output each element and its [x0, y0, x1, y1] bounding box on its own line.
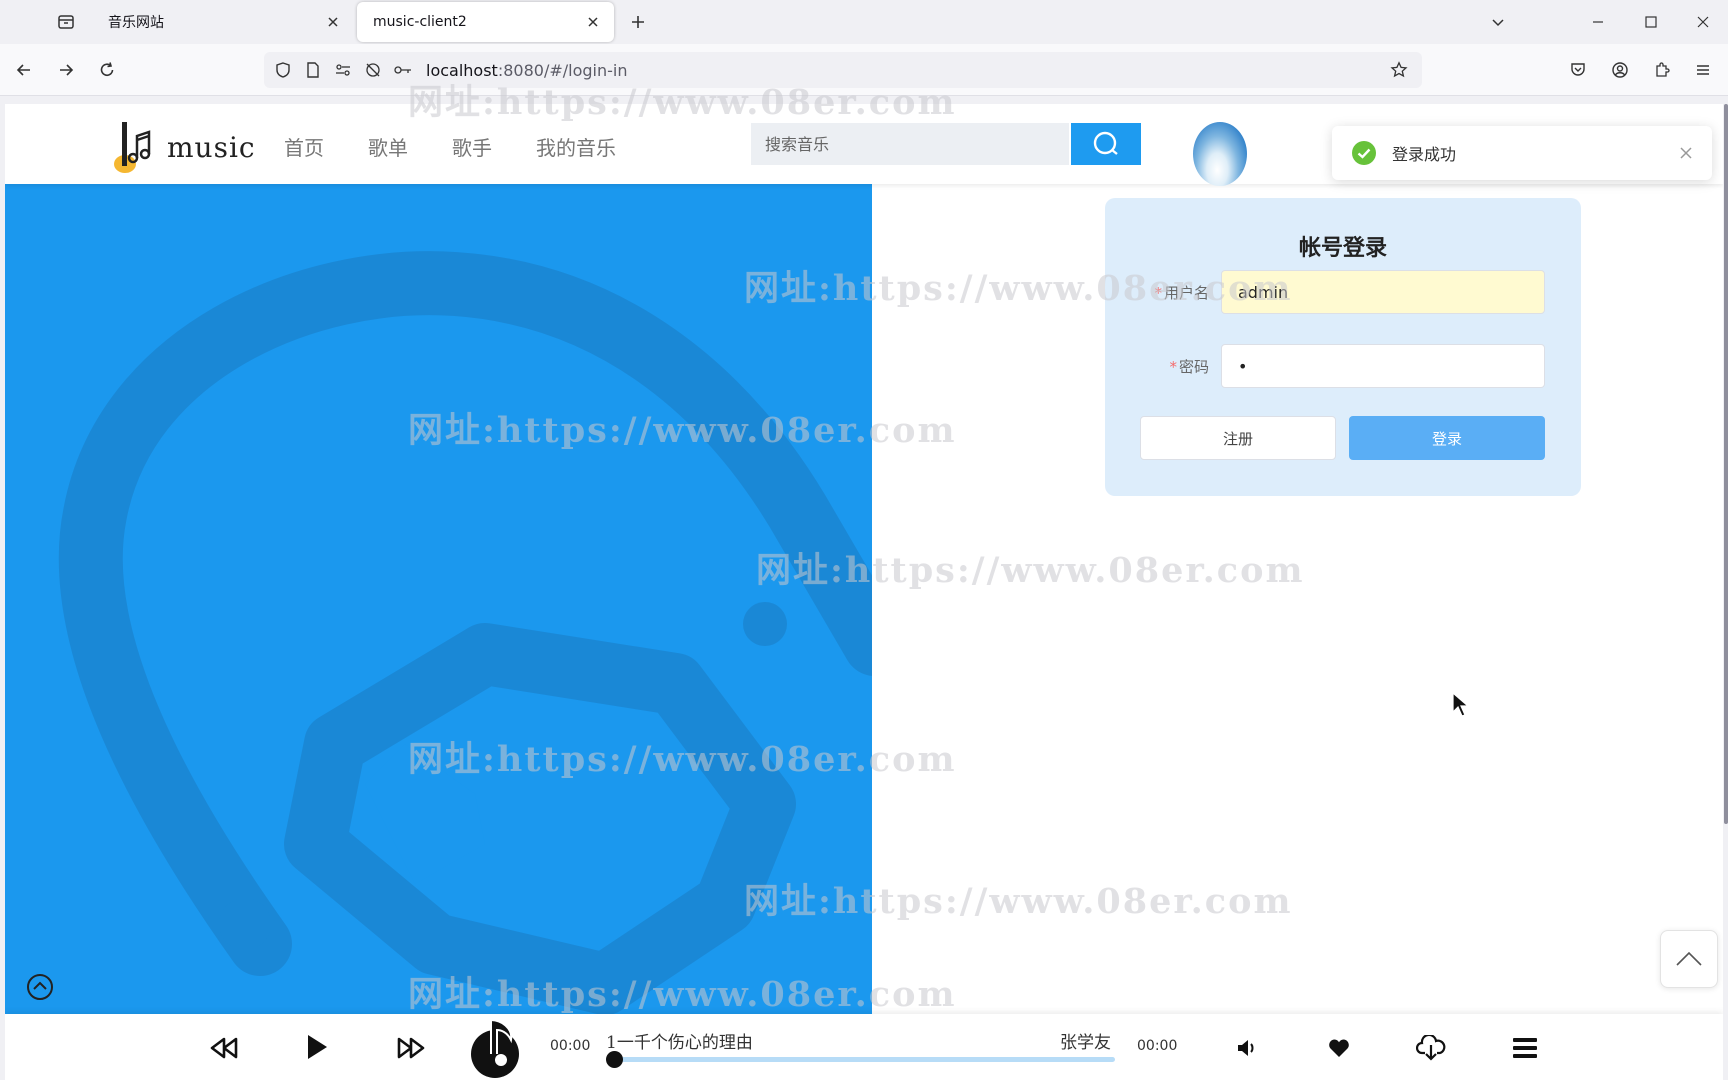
key-icon[interactable] [392, 59, 414, 81]
username-label-text: 用户名 [1163, 284, 1209, 302]
tracking-protection-icon[interactable] [362, 59, 384, 81]
play-icon[interactable] [301, 1030, 333, 1064]
browser-nav-bar: localhost:8080/#/login-in [0, 44, 1728, 96]
song-title: 1一千个伤心的理由 [606, 1033, 753, 1053]
password-value: • [1238, 356, 1248, 376]
url-path: :8080/#/login-in [497, 60, 628, 80]
password-label: * 密码 [1139, 356, 1209, 377]
site-logo[interactable]: music [113, 118, 256, 176]
playlist-menu-icon[interactable] [1511, 1034, 1539, 1062]
nav-item-playlists[interactable]: 歌单 [368, 132, 408, 161]
toast-message: 登录成功 [1392, 145, 1457, 164]
maximize-icon[interactable] [1637, 8, 1665, 36]
heart-icon[interactable] [1325, 1034, 1353, 1062]
avatar[interactable] [1193, 122, 1247, 186]
chevron-up-circle-icon[interactable] [25, 972, 55, 1002]
music-note-illustration-icon [58, 251, 872, 1014]
account-icon[interactable] [1606, 56, 1634, 84]
permissions-icon[interactable] [332, 59, 354, 81]
minimize-icon[interactable] [1584, 8, 1612, 36]
song-artist: 张学友 [1060, 1033, 1111, 1053]
chevron-up-icon [1676, 951, 1702, 966]
next-track-icon[interactable] [395, 1032, 427, 1064]
username-field[interactable]: admin [1221, 270, 1545, 314]
volume-icon[interactable] [1233, 1034, 1261, 1062]
progress-thumb[interactable] [606, 1051, 623, 1068]
download-cloud-icon[interactable] [1415, 1032, 1447, 1064]
username-label: * 用户名 [1139, 282, 1209, 303]
password-field[interactable]: • [1221, 344, 1545, 388]
close-icon[interactable] [1678, 145, 1694, 161]
previous-track-icon[interactable] [208, 1032, 240, 1064]
search-input[interactable] [751, 123, 1069, 165]
chevron-down-icon[interactable] [1484, 8, 1512, 36]
browser-tab-bar: 音乐网站 music-client2 [0, 0, 1728, 44]
url-host: localhost [426, 60, 498, 80]
browser-tab-music-client2[interactable]: music-client2 [357, 2, 614, 42]
back-to-top-button[interactable] [1660, 930, 1718, 988]
page-icon[interactable] [302, 59, 324, 81]
nav-item-home[interactable]: 首页 [284, 132, 324, 161]
page-scrollbar[interactable] [1724, 104, 1728, 824]
menu-icon[interactable] [1689, 56, 1717, 84]
back-arrow-icon[interactable] [10, 56, 38, 84]
web-page: music 首页 歌单 歌手 我的音乐 帐号登录 *用户名 [5, 104, 1723, 1080]
logo-text: music [167, 130, 256, 164]
progress-bar[interactable] [613, 1057, 1115, 1062]
login-button[interactable]: 登录 [1349, 416, 1545, 460]
required-mark: * [1154, 284, 1162, 302]
shield-icon[interactable] [272, 59, 294, 81]
guitar-logo-icon [114, 122, 151, 173]
required-mark: * [1169, 358, 1177, 376]
nav-item-my-music[interactable]: 我的音乐 [536, 132, 616, 161]
login-card: 帐号登录 * 用户名 admin * 密码 • 注册 登录 [1105, 198, 1581, 496]
current-time: 00:00 [550, 1038, 591, 1054]
extensions-icon[interactable] [1648, 56, 1676, 84]
password-label-text: 密码 [1178, 358, 1209, 376]
search-button[interactable] [1071, 123, 1141, 165]
window-close-icon[interactable] [1689, 8, 1717, 36]
url-text: localhost:8080/#/login-in [426, 61, 627, 80]
register-button[interactable]: 注册 [1140, 416, 1336, 460]
nav-item-singers[interactable]: 歌手 [452, 132, 492, 161]
reload-icon[interactable] [93, 56, 121, 84]
bookmark-star-icon[interactable] [1388, 59, 1410, 81]
browser-tab-music-site[interactable]: 音乐网站 [92, 2, 354, 42]
check-circle-icon [1352, 141, 1376, 165]
tab-list-icon[interactable] [50, 10, 82, 34]
new-tab-icon[interactable] [626, 10, 650, 34]
close-icon[interactable] [324, 13, 342, 31]
url-bar[interactable]: localhost:8080/#/login-in [264, 52, 1422, 88]
success-toast: 登录成功 [1332, 126, 1712, 180]
close-icon[interactable] [584, 13, 602, 31]
music-player-bar: 00:00 1一千个伤心的理由 张学友 00:00 [5, 1014, 1723, 1080]
search-icon [1093, 131, 1118, 155]
tab-title: music-client2 [373, 14, 467, 30]
login-title: 帐号登录 [1298, 236, 1387, 261]
login-illustration [5, 184, 872, 1014]
main-nav: 首页 歌单 歌手 我的音乐 [284, 132, 660, 161]
forward-arrow-icon[interactable] [52, 56, 80, 84]
tab-title: 音乐网站 [108, 15, 164, 31]
username-value: admin [1238, 282, 1289, 302]
mouse-cursor-icon [1452, 692, 1470, 717]
total-time: 00:00 [1137, 1038, 1178, 1054]
album-cover-music-note-icon[interactable] [460, 1014, 530, 1080]
pocket-icon[interactable] [1564, 56, 1592, 84]
